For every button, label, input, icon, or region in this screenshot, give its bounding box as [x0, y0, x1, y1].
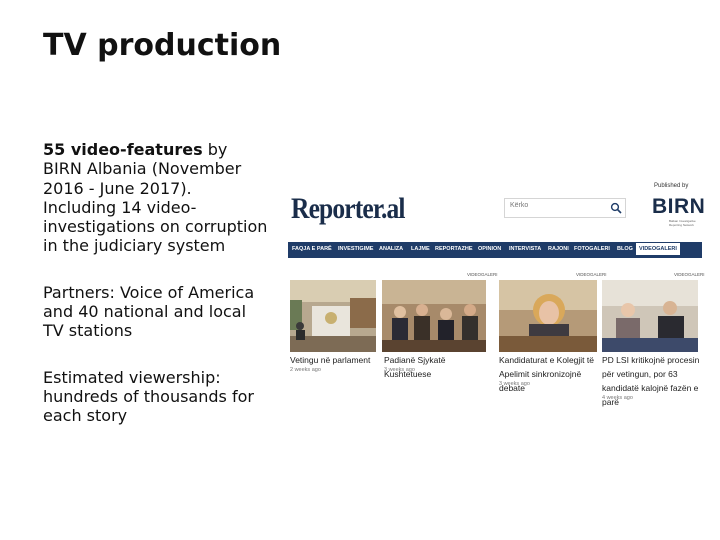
- site-nav: FAQJA E PARË INVESTIGIME ANALIZA LAJME R…: [288, 242, 702, 258]
- paragraph-text: Estimated viewership: hundreds of thousa…: [43, 367, 254, 426]
- nav-item-blog[interactable]: BLOG: [617, 246, 633, 252]
- nav-item-intervista[interactable]: INTERVISTA: [509, 246, 541, 252]
- birn-logo[interactable]: BIRN: [652, 195, 705, 219]
- parliament-photo: [290, 280, 376, 352]
- search-box[interactable]: Kërko: [504, 198, 626, 218]
- council-photo: [499, 280, 597, 352]
- card-tag[interactable]: VIDEOGALERI: [576, 272, 607, 277]
- card-title[interactable]: Vetingu në parlament: [290, 353, 380, 367]
- birn-subtitle: Balkan Investigative Reporting Network: [669, 219, 696, 227]
- court-photo: [382, 280, 486, 352]
- card-image-press[interactable]: [602, 280, 698, 352]
- website-screenshot: Reporter.al Kërko Published by BIRN Balk…: [286, 175, 705, 410]
- nav-item-rajoni[interactable]: RAJONI: [548, 246, 569, 252]
- card-tag[interactable]: VIDEOGALERI: [674, 272, 705, 277]
- card-time: 4 weeks ago: [602, 395, 633, 401]
- nav-item-videogaleri[interactable]: VIDEOGALERI: [636, 243, 680, 255]
- card-time: 2 weeks ago: [290, 367, 321, 373]
- card-time: 3 weeks ago: [499, 381, 530, 387]
- published-by-label: Published by: [654, 183, 689, 189]
- card-image-court[interactable]: [382, 280, 486, 352]
- search-input[interactable]: Kërko: [510, 202, 528, 209]
- paragraph-viewership: Estimated viewership: hundreds of thousa…: [43, 368, 268, 426]
- card-time: 3 weeks ago: [384, 367, 415, 373]
- card-title[interactable]: Kandidaturat e Kolegjit të Apelimit sink…: [499, 353, 599, 395]
- slide-title: TV production: [43, 28, 282, 63]
- paragraph-video-features: 55 video-features by BIRN Albania (Novem…: [43, 140, 268, 256]
- paragraph-partners: Partners: Voice of America and 40 nation…: [43, 283, 268, 341]
- card-image-parliament[interactable]: [290, 280, 376, 352]
- paragraph-text: Partners: Voice of America and 40 nation…: [43, 282, 255, 341]
- nav-item-fotogaleri[interactable]: FOTOGALERI: [574, 246, 610, 252]
- nav-item-lajme[interactable]: LAJME: [411, 246, 430, 252]
- site-logo[interactable]: Reporter.al: [291, 192, 405, 226]
- nav-item-investigime[interactable]: INVESTIGIME: [338, 246, 373, 252]
- nav-item-analiza[interactable]: ANALIZA: [379, 246, 403, 252]
- nav-item-reportazhe[interactable]: REPORTAZHE: [435, 246, 472, 252]
- nav-item-faqja[interactable]: FAQJA E PARË: [292, 246, 332, 252]
- press-photo: [602, 280, 698, 352]
- search-icon[interactable]: [610, 202, 622, 214]
- card-tag[interactable]: VIDEOGALERI: [467, 272, 498, 277]
- card-image-council[interactable]: [499, 280, 597, 352]
- slide-body: 55 video-features by BIRN Albania (Novem…: [43, 140, 268, 453]
- nav-item-opinion[interactable]: OPINION: [478, 246, 501, 252]
- paragraph-bold: 55 video-features: [43, 140, 203, 159]
